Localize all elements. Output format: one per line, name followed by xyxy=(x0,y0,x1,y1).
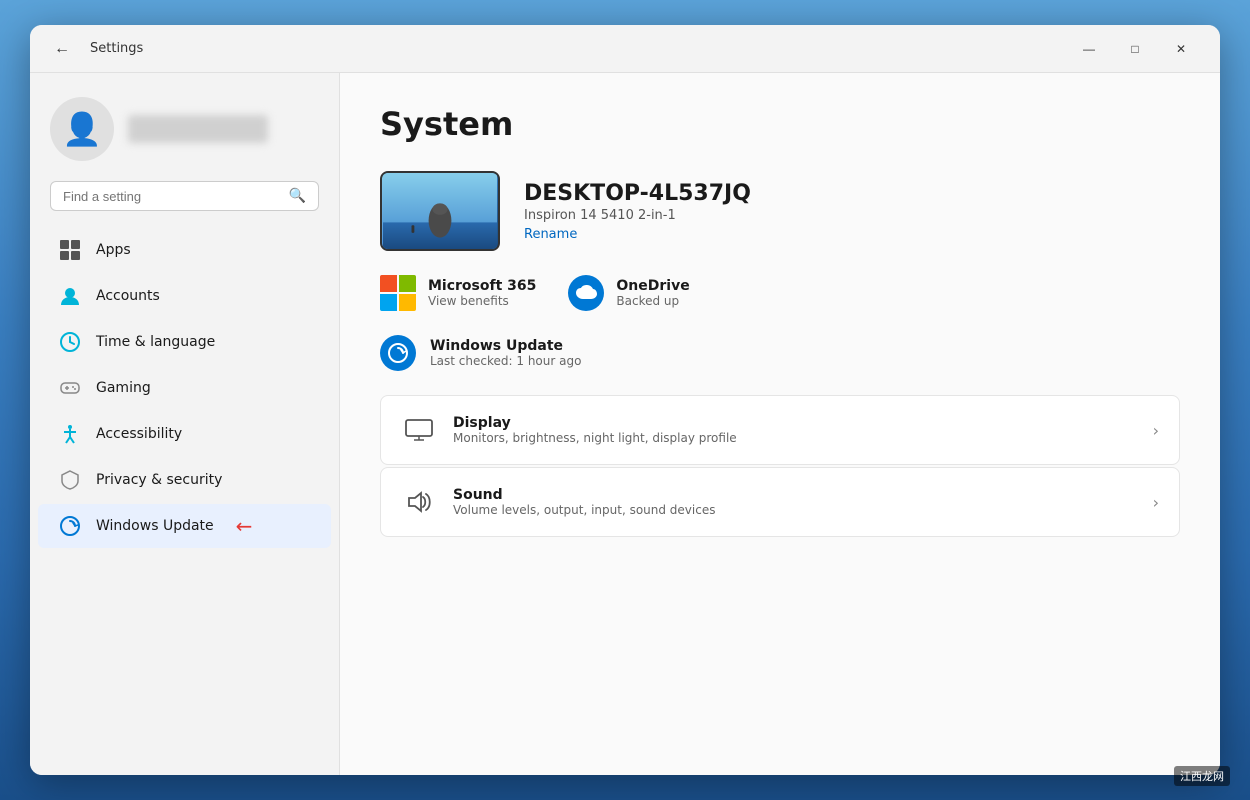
sound-title: Sound xyxy=(453,487,715,503)
content-area: 👤 🔍 Apps xyxy=(30,73,1220,775)
maximize-button[interactable]: □ xyxy=(1112,33,1158,65)
device-model: Inspiron 14 5410 2-in-1 xyxy=(524,208,751,223)
sidebar-item-time-label: Time & language xyxy=(96,334,215,350)
sidebar-item-accounts[interactable]: Accounts xyxy=(38,274,331,318)
apps-icon xyxy=(58,238,82,262)
search-input[interactable] xyxy=(63,189,281,204)
settings-window: ← Settings — □ ✕ 👤 🔍 xyxy=(30,25,1220,775)
rename-link[interactable]: Rename xyxy=(524,227,577,242)
sidebar-item-privacy-security[interactable]: Privacy & security xyxy=(38,458,331,502)
arrow-indicator: ← xyxy=(236,514,253,538)
settings-item-sound[interactable]: Sound Volume levels, output, input, soun… xyxy=(380,467,1180,537)
sound-chevron: › xyxy=(1153,493,1159,512)
sound-subtitle: Volume levels, output, input, sound devi… xyxy=(453,503,715,517)
device-thumbnail xyxy=(380,171,500,251)
gaming-icon xyxy=(58,376,82,400)
sidebar-item-accessibility[interactable]: Accessibility xyxy=(38,412,331,456)
onedrive-text: OneDrive Backed up xyxy=(616,278,689,308)
sound-text: Sound Volume levels, output, input, soun… xyxy=(453,487,715,517)
windows-update-row-icon xyxy=(380,335,416,371)
sidebar-item-accounts-label: Accounts xyxy=(96,288,160,304)
search-icon: 🔍 xyxy=(289,188,306,204)
sidebar-item-apps-label: Apps xyxy=(96,242,131,258)
device-name: DESKTOP-4L537JQ xyxy=(524,181,751,206)
accessibility-icon xyxy=(58,422,82,446)
privacy-icon xyxy=(58,468,82,492)
sidebar-item-apps[interactable]: Apps xyxy=(38,228,331,272)
windows-update-icon xyxy=(58,514,82,538)
device-info: DESKTOP-4L537JQ Inspiron 14 5410 2-in-1 … xyxy=(524,181,751,242)
microsoft-365-text: Microsoft 365 View benefits xyxy=(428,278,536,308)
display-subtitle: Monitors, brightness, night light, displ… xyxy=(453,431,737,445)
watermark: 江西龙网 xyxy=(1174,766,1230,786)
quick-actions: Microsoft 365 View benefits OneDrive Bac… xyxy=(380,275,1180,311)
windows-update-row[interactable]: Windows Update Last checked: 1 hour ago xyxy=(380,335,1180,371)
display-icon xyxy=(401,412,437,448)
windows-update-title: Windows Update xyxy=(430,338,581,354)
user-name xyxy=(128,115,268,143)
accounts-icon xyxy=(58,284,82,308)
onedrive-subtitle: Backed up xyxy=(616,294,689,308)
sidebar-item-accessibility-label: Accessibility xyxy=(96,426,182,442)
sound-icon xyxy=(401,484,437,520)
device-card: DESKTOP-4L537JQ Inspiron 14 5410 2-in-1 … xyxy=(380,171,1180,251)
sidebar-item-windows-update[interactable]: Windows Update ← xyxy=(38,504,331,548)
titlebar-left: ← Settings xyxy=(46,33,143,65)
display-title: Display xyxy=(453,415,737,431)
close-button[interactable]: ✕ xyxy=(1158,33,1204,65)
sidebar-item-windows-update-label: Windows Update xyxy=(96,518,214,534)
sidebar-item-gaming-label: Gaming xyxy=(96,380,151,396)
avatar: 👤 xyxy=(50,97,114,161)
sidebar: 👤 🔍 Apps xyxy=(30,73,340,775)
titlebar: ← Settings — □ ✕ xyxy=(30,25,1220,73)
time-icon xyxy=(58,330,82,354)
onedrive-title: OneDrive xyxy=(616,278,689,294)
sidebar-item-privacy-label: Privacy & security xyxy=(96,472,222,488)
page-title: System xyxy=(380,105,1180,143)
titlebar-title: Settings xyxy=(90,41,143,56)
microsoft-365-action[interactable]: Microsoft 365 View benefits xyxy=(380,275,536,311)
search-box[interactable]: 🔍 xyxy=(50,181,319,211)
display-chevron: › xyxy=(1153,421,1159,440)
settings-list: Display Monitors, brightness, night ligh… xyxy=(380,395,1180,537)
back-button[interactable]: ← xyxy=(46,33,78,65)
windows-update-subtitle: Last checked: 1 hour ago xyxy=(430,354,581,368)
sidebar-item-time-language[interactable]: Time & language xyxy=(38,320,331,364)
sidebar-item-gaming[interactable]: Gaming xyxy=(38,366,331,410)
minimize-button[interactable]: — xyxy=(1066,33,1112,65)
settings-item-display[interactable]: Display Monitors, brightness, night ligh… xyxy=(380,395,1180,465)
onedrive-icon xyxy=(568,275,604,311)
microsoft-365-icon xyxy=(380,275,416,311)
user-section: 👤 xyxy=(30,89,339,181)
onedrive-action[interactable]: OneDrive Backed up xyxy=(568,275,689,311)
windows-update-info: Windows Update Last checked: 1 hour ago xyxy=(430,338,581,368)
titlebar-controls: — □ ✕ xyxy=(1066,33,1204,65)
main-content: System xyxy=(340,73,1220,775)
microsoft-365-title: Microsoft 365 xyxy=(428,278,536,294)
display-text: Display Monitors, brightness, night ligh… xyxy=(453,415,737,445)
microsoft-365-subtitle: View benefits xyxy=(428,294,536,308)
person-icon: 👤 xyxy=(62,110,102,148)
